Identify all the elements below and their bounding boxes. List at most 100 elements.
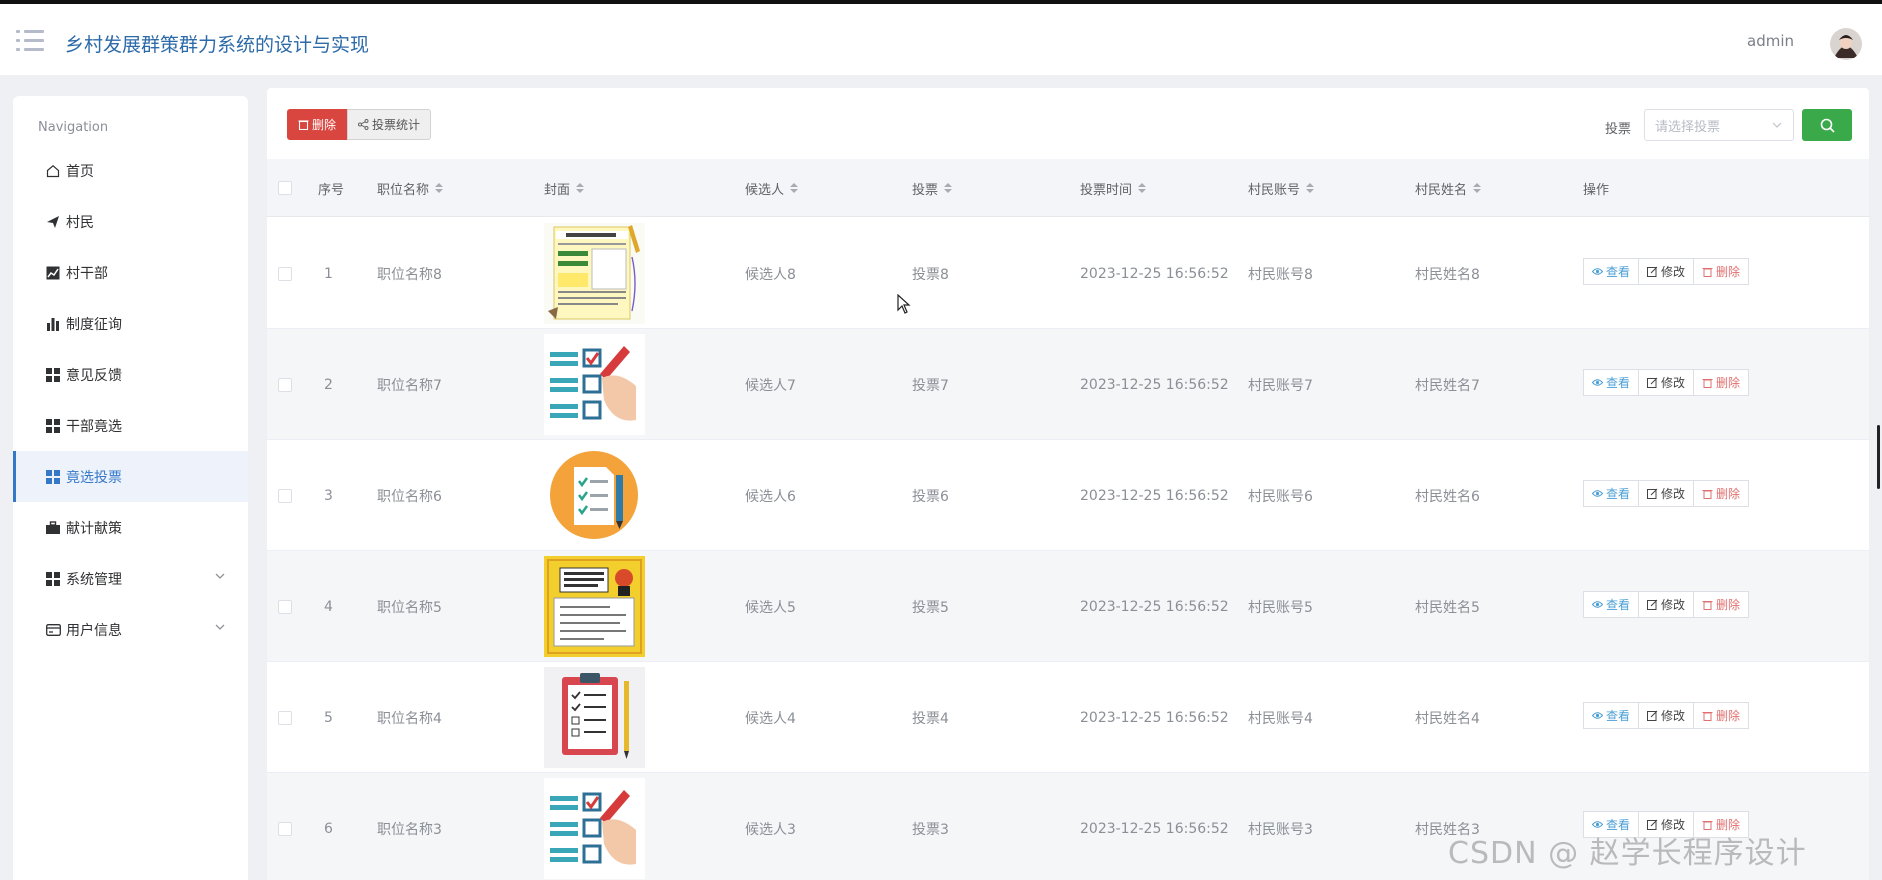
row-checkbox[interactable] bbox=[278, 267, 292, 281]
nav-list: 首页 村民 村干部 制度征询 意见反馈 干部竟选 竟选投票 献计献策 系统管理 … bbox=[13, 145, 248, 655]
cell-name: 村民姓名7 bbox=[1415, 377, 1480, 394]
row-checkbox[interactable] bbox=[278, 822, 292, 836]
row-actions: 查看 修改 删除 bbox=[1583, 480, 1750, 507]
row-actions: 查看 修改 删除 bbox=[1583, 591, 1750, 618]
edit-button[interactable]: 修改 bbox=[1638, 480, 1695, 507]
table-header: 序号 职位名称 封面 候选人 投票 投票时间 村民账号 村民姓名 操作 bbox=[267, 159, 1869, 217]
sidebar-item-suggestions[interactable]: 献计献策 bbox=[13, 502, 248, 553]
column-header-index: 序号 bbox=[318, 182, 345, 198]
delete-button[interactable]: 删除 bbox=[1693, 591, 1750, 618]
column-header-vote[interactable]: 投票 bbox=[912, 159, 953, 217]
view-button[interactable]: 查看 bbox=[1583, 369, 1640, 396]
cell-candidate: 候选人6 bbox=[745, 488, 796, 505]
cover-image[interactable] bbox=[544, 667, 645, 768]
sidebar-item-cadre-election[interactable]: 干部竟选 bbox=[13, 400, 248, 451]
cover-image[interactable] bbox=[544, 223, 645, 324]
cell-vote-time: 2023-12-25 16:56:52 bbox=[1080, 376, 1229, 393]
grid-icon bbox=[45, 367, 61, 383]
view-button[interactable]: 查看 bbox=[1583, 591, 1640, 618]
row-checkbox[interactable] bbox=[278, 378, 292, 392]
sidebar-item-label: 意见反馈 bbox=[66, 367, 122, 384]
column-header-cover[interactable]: 封面 bbox=[544, 159, 585, 217]
delete-button[interactable]: 删除 bbox=[1693, 480, 1750, 507]
cell-candidate: 候选人4 bbox=[745, 710, 796, 727]
vote-filter-select[interactable]: 请选择投票 bbox=[1644, 109, 1794, 141]
eye-icon bbox=[1592, 490, 1603, 497]
cell-index: 5 bbox=[324, 709, 333, 726]
batch-delete-button[interactable]: 删除 bbox=[287, 109, 347, 140]
scrollbar[interactable] bbox=[1877, 425, 1880, 489]
edit-button[interactable]: 修改 bbox=[1638, 591, 1695, 618]
cell-candidate: 候选人7 bbox=[745, 377, 796, 394]
eye-icon bbox=[1592, 712, 1603, 719]
delete-button[interactable]: 删除 bbox=[1693, 702, 1750, 729]
cover-image[interactable] bbox=[544, 556, 645, 657]
cell-vote: 投票3 bbox=[912, 821, 949, 838]
cover-image[interactable] bbox=[544, 334, 645, 435]
cell-name: 村民姓名6 bbox=[1415, 488, 1480, 505]
view-button[interactable]: 查看 bbox=[1583, 258, 1640, 285]
sidebar-item-system[interactable]: 系统管理 bbox=[13, 553, 248, 604]
column-header-account[interactable]: 村民账号 bbox=[1248, 159, 1315, 217]
sidebar-item-label: 制度征询 bbox=[66, 316, 122, 333]
select-all-checkbox[interactable] bbox=[278, 181, 292, 195]
edit-button[interactable]: 修改 bbox=[1638, 258, 1695, 285]
trash-icon bbox=[298, 120, 309, 130]
line-chart-icon bbox=[45, 265, 61, 281]
column-header-candidate[interactable]: 候选人 bbox=[745, 159, 799, 217]
view-button[interactable]: 查看 bbox=[1583, 702, 1640, 729]
search-button[interactable] bbox=[1802, 109, 1852, 141]
sidebar-item-label: 村民 bbox=[66, 214, 94, 231]
cell-account: 村民账号5 bbox=[1248, 599, 1313, 616]
cover-image[interactable] bbox=[544, 778, 645, 879]
edit-button[interactable]: 修改 bbox=[1638, 702, 1695, 729]
sidebar: Navigation 首页 村民 村干部 制度征询 意见反馈 干部竟选 竟选投票 bbox=[13, 96, 248, 880]
vote-stats-button[interactable]: 投票统计 bbox=[347, 109, 431, 140]
column-header-name[interactable]: 村民姓名 bbox=[1415, 159, 1482, 217]
cell-index: 2 bbox=[324, 376, 333, 393]
sidebar-item-label: 村干部 bbox=[66, 265, 108, 282]
chevron-down-icon bbox=[215, 624, 225, 630]
sidebar-item-cadres[interactable]: 村干部 bbox=[13, 247, 248, 298]
edit-icon bbox=[1647, 488, 1658, 499]
sidebar-item-home[interactable]: 首页 bbox=[13, 145, 248, 196]
edit-icon bbox=[1647, 710, 1658, 721]
view-button[interactable]: 查看 bbox=[1583, 480, 1640, 507]
avatar[interactable] bbox=[1830, 28, 1862, 60]
sidebar-item-user-info[interactable]: 用户信息 bbox=[13, 604, 248, 655]
cell-candidate: 候选人5 bbox=[745, 599, 796, 616]
cell-vote-time: 2023-12-25 16:56:52 bbox=[1080, 709, 1229, 726]
column-header-position[interactable]: 职位名称 bbox=[377, 159, 444, 217]
sort-icon bbox=[790, 183, 799, 193]
cell-position: 职位名称7 bbox=[377, 377, 442, 394]
row-checkbox[interactable] bbox=[278, 600, 292, 614]
delete-button[interactable]: 删除 bbox=[1693, 258, 1750, 285]
table-row: 5 职位名称4 候选人4 投票4 2023-12-25 16:56:52 村民账… bbox=[267, 662, 1869, 773]
row-checkbox[interactable] bbox=[278, 489, 292, 503]
share-icon bbox=[357, 119, 369, 130]
menu-toggle-icon[interactable] bbox=[16, 30, 44, 52]
cell-vote-time: 2023-12-25 16:56:52 bbox=[1080, 820, 1229, 837]
sidebar-item-consultation[interactable]: 制度征询 bbox=[13, 298, 248, 349]
sidebar-item-feedback[interactable]: 意见反馈 bbox=[13, 349, 248, 400]
trash-icon bbox=[1702, 268, 1713, 277]
edit-button[interactable]: 修改 bbox=[1638, 369, 1695, 396]
cell-candidate: 候选人3 bbox=[745, 821, 796, 838]
cell-index: 6 bbox=[324, 820, 333, 837]
eye-icon bbox=[1592, 379, 1603, 386]
sidebar-item-election-vote[interactable]: 竟选投票 bbox=[13, 451, 248, 502]
delete-button[interactable]: 删除 bbox=[1693, 369, 1750, 396]
row-checkbox[interactable] bbox=[278, 711, 292, 725]
trash-icon bbox=[1702, 601, 1713, 610]
eye-icon bbox=[1592, 268, 1603, 275]
cover-image[interactable] bbox=[544, 445, 645, 546]
top-bar: 乡村发展群策群力系统的设计与实现 admin bbox=[0, 0, 1882, 75]
cell-position: 职位名称5 bbox=[377, 599, 442, 616]
watermark: CSDN @ 赵学长程序设计 bbox=[1448, 836, 1807, 871]
column-header-vote-time[interactable]: 投票时间 bbox=[1080, 159, 1147, 217]
trash-icon bbox=[1702, 379, 1713, 388]
cell-account: 村民账号7 bbox=[1248, 377, 1313, 394]
cell-vote: 投票7 bbox=[912, 377, 949, 394]
user-name[interactable]: admin bbox=[1747, 32, 1794, 50]
sidebar-item-villagers[interactable]: 村民 bbox=[13, 196, 248, 247]
